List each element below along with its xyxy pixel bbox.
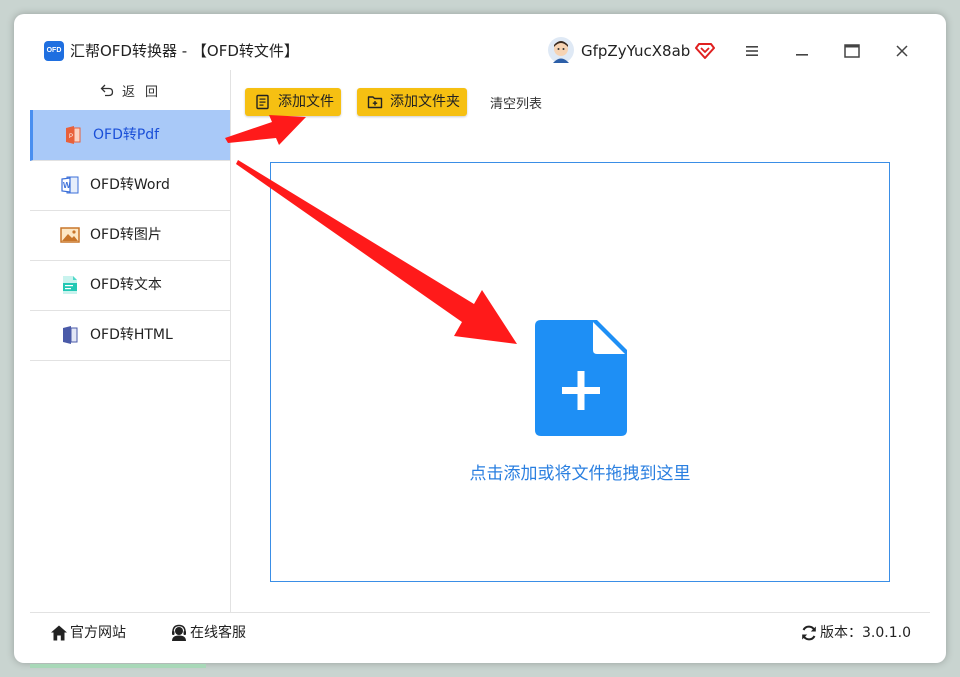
back-button[interactable]: 返回 xyxy=(30,70,230,110)
sidebar: 返回 P OFD转Pdf W OFD转Word OFD转图片 OFD转文本 OF… xyxy=(30,70,231,612)
add-file-button[interactable]: 添加文件 xyxy=(245,88,341,116)
add-document-icon xyxy=(535,320,627,436)
sidebar-item-ofd-to-image[interactable]: OFD转图片 xyxy=(30,210,230,261)
username[interactable]: GfpZyYucX8ab xyxy=(581,41,690,61)
arrow-to-add-file xyxy=(225,115,306,145)
svg-text:P: P xyxy=(69,134,73,140)
maximize-icon[interactable] xyxy=(841,40,863,62)
minimize-icon[interactable] xyxy=(791,40,813,62)
menu-icon[interactable] xyxy=(741,40,763,62)
sidebar-item-ofd-to-text[interactable]: OFD转文本 xyxy=(30,260,230,311)
sidebar-item-ofd-to-html[interactable]: OFD转HTML xyxy=(30,310,230,361)
app-window: OFD 汇帮OFD转换器 - 【OFD转文件】 GfpZyYucX8ab 返回 … xyxy=(14,14,946,663)
back-label: 返回 xyxy=(122,85,169,100)
version-label: 版本：3.0.1.0 xyxy=(820,625,911,641)
clear-list-button[interactable]: 清空列表 xyxy=(490,93,542,112)
html-icon xyxy=(63,326,78,344)
sidebar-item-label: OFD转Word xyxy=(90,177,170,193)
add-file-label: 添加文件 xyxy=(278,94,334,110)
app-title: 汇帮OFD转换器 - 【OFD转文件】 xyxy=(70,42,299,60)
pdf-icon: P xyxy=(66,126,81,144)
title-bar: OFD 汇帮OFD转换器 - 【OFD转文件】 GfpZyYucX8ab xyxy=(14,14,946,70)
drop-hint-text: 点击添加或将文件拖拽到这里 xyxy=(469,464,691,484)
home-icon xyxy=(51,625,67,641)
sidebar-item-label: OFD转HTML xyxy=(90,327,173,343)
sidebar-item-label: OFD转图片 xyxy=(90,227,162,243)
sidebar-item-ofd-to-pdf[interactable]: P OFD转Pdf xyxy=(30,110,230,161)
text-file-icon xyxy=(63,276,77,294)
vip-diamond-icon[interactable] xyxy=(695,40,715,60)
file-drop-zone[interactable]: 点击添加或将文件拖拽到这里 xyxy=(270,162,890,582)
sidebar-item-label: OFD转文本 xyxy=(90,277,162,293)
word-icon: W xyxy=(61,176,79,194)
refresh-icon xyxy=(802,625,816,641)
online-support-label: 在线客服 xyxy=(190,625,246,641)
svg-text:W: W xyxy=(63,181,71,190)
back-arrow-icon xyxy=(100,84,114,97)
app-logo: OFD xyxy=(44,41,64,61)
background-strip xyxy=(30,664,206,668)
official-website-link[interactable]: 官方网站 xyxy=(50,623,130,643)
add-folder-label: 添加文件夹 xyxy=(390,94,460,110)
user-avatar[interactable] xyxy=(548,37,574,63)
online-support-link[interactable]: 在线客服 xyxy=(170,623,254,643)
customer-service-icon xyxy=(172,624,186,641)
sidebar-item-ofd-to-word[interactable]: W OFD转Word xyxy=(30,160,230,211)
add-folder-icon xyxy=(367,96,383,109)
sidebar-item-label: OFD转Pdf xyxy=(93,127,160,143)
official-website-label: 官方网站 xyxy=(70,625,126,641)
add-file-icon xyxy=(256,94,269,110)
close-icon[interactable] xyxy=(891,40,913,62)
image-icon xyxy=(60,227,80,243)
footer: 官方网站 在线客服 版本：3.0.1.0 xyxy=(30,612,930,653)
add-folder-button[interactable]: 添加文件夹 xyxy=(357,88,467,116)
